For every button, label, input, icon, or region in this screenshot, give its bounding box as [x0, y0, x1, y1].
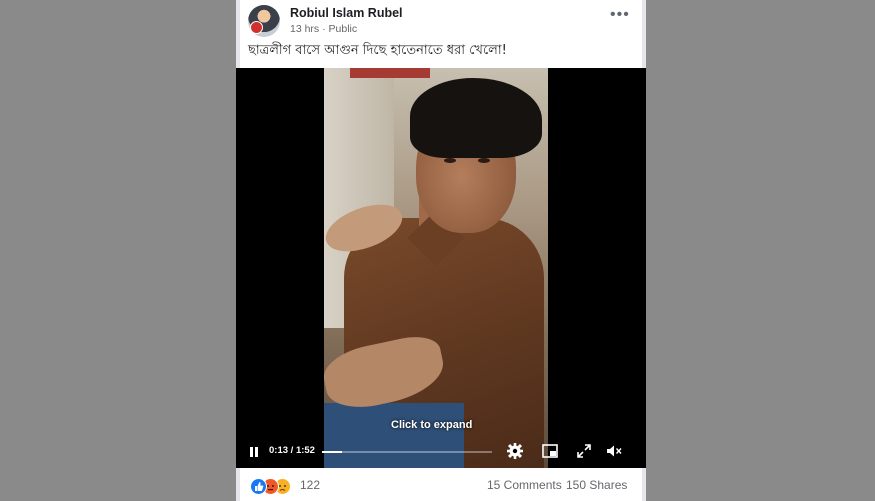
expand-icon[interactable] — [575, 442, 593, 460]
video-subject-eye — [444, 158, 456, 163]
video-subject-eye — [478, 158, 490, 163]
volume-icon[interactable] — [605, 442, 623, 460]
shares-count[interactable]: 150 Shares — [566, 478, 627, 492]
post-meta: 13 hrs · Public — [290, 23, 357, 35]
comments-count[interactable]: 15 Comments — [487, 478, 562, 492]
avatar-badge-icon — [250, 21, 263, 34]
video-player[interactable]: Click to expand 0:13 / 1:52 — [236, 68, 646, 468]
click-to-expand-text[interactable]: Click to expand — [391, 419, 472, 431]
duration: 1:52 — [295, 445, 315, 456]
post-time[interactable]: 13 hrs — [290, 23, 319, 35]
like-reaction-icon — [250, 478, 267, 495]
ellipsis-icon[interactable]: ••• — [610, 7, 629, 27]
meta-separator: · — [322, 23, 326, 35]
post-caption: ছাত্রলীগ বাসে আগুন দিছে হাতেনাতে ধরা খেল… — [248, 43, 507, 58]
post-card: Robiul Islam Rubel 13 hrs · Public ••• ছ… — [236, 0, 646, 501]
video-background-detail — [350, 68, 430, 78]
settings-icon[interactable] — [506, 442, 524, 460]
post-summary: 122 15 Comments 150 Shares — [236, 468, 646, 501]
video-controls: 0:13 / 1:52 — [236, 436, 646, 468]
reactions[interactable] — [250, 478, 294, 495]
author-name[interactable]: Robiul Islam Rubel — [290, 6, 403, 20]
video-time: 0:13 / 1:52 — [269, 445, 315, 456]
time-separator: / — [288, 445, 296, 456]
post-header: Robiul Islam Rubel 13 hrs · Public ••• — [248, 5, 634, 37]
privacy-label: Public — [328, 23, 358, 35]
progress-bar[interactable] — [322, 451, 492, 453]
picture-in-picture-icon[interactable] — [541, 442, 559, 460]
progress-fill — [322, 451, 342, 453]
reaction-count[interactable]: 122 — [300, 478, 320, 492]
video-subject-hair — [410, 78, 542, 158]
avatar[interactable] — [248, 5, 280, 37]
current-time: 0:13 — [269, 445, 289, 456]
video-frame[interactable] — [324, 68, 548, 468]
pause-icon[interactable] — [248, 444, 260, 458]
